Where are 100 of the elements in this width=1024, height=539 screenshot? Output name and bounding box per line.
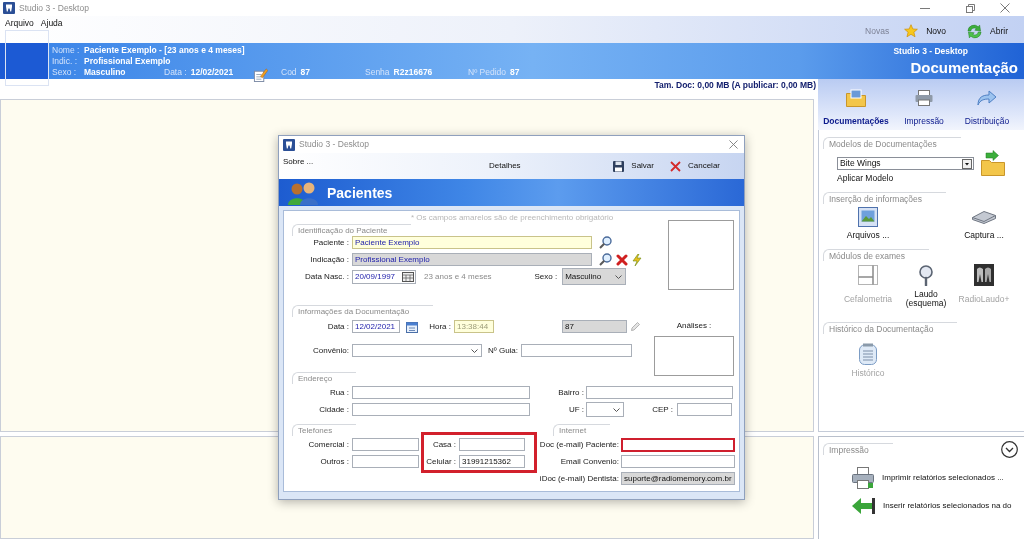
input-field[interactable] bbox=[621, 438, 735, 452]
input-field[interactable] bbox=[352, 438, 419, 451]
print-action[interactable]: Imprimir relatórios selecionados ... bbox=[852, 467, 1004, 489]
minimize-icon[interactable] bbox=[920, 7, 930, 9]
input-field[interactable] bbox=[621, 455, 735, 468]
age-text: 23 anos e 4 meses bbox=[424, 271, 492, 282]
date-field[interactable]: 20/09/1997 bbox=[352, 269, 416, 284]
folder-arrow-icon[interactable] bbox=[981, 150, 1005, 176]
radiograph-icon bbox=[974, 264, 994, 286]
search-icon[interactable] bbox=[599, 253, 612, 266]
input-field[interactable]: 12/02/2021 bbox=[352, 320, 400, 333]
curved-arrow-icon bbox=[977, 90, 997, 106]
close-icon[interactable] bbox=[1000, 3, 1010, 13]
group-title: Internet bbox=[553, 424, 611, 436]
field-label: Email Convenio: bbox=[560, 456, 619, 467]
field-label: Cidade : bbox=[319, 404, 349, 415]
input-field[interactable] bbox=[352, 386, 530, 399]
model-select[interactable]: Bite Wings bbox=[837, 157, 974, 170]
arrow-left-icon bbox=[852, 497, 875, 515]
field-label: Paciente : bbox=[313, 237, 349, 248]
toolbar-button[interactable]: Novo bbox=[904, 24, 947, 38]
lightning-icon[interactable] bbox=[632, 253, 642, 266]
dialog-heading: Pacientes bbox=[327, 184, 393, 201]
arrows-icon bbox=[967, 23, 983, 39]
field-label: Outros : bbox=[320, 456, 349, 467]
notepad-pencil-icon[interactable] bbox=[253, 66, 268, 82]
field-label: Convênio: bbox=[312, 345, 349, 356]
input-field[interactable]: suporte@radiomemory.com.br bbox=[621, 472, 735, 485]
header-label: Nome : bbox=[52, 45, 80, 55]
group-title: Endereço bbox=[292, 372, 357, 384]
input-field[interactable] bbox=[459, 438, 525, 451]
input-field[interactable]: Paciente Exemplo bbox=[352, 236, 592, 249]
picture-folder-icon bbox=[846, 89, 866, 107]
input-field[interactable] bbox=[352, 403, 530, 416]
select-field[interactable] bbox=[586, 402, 624, 417]
document-size-text: Tam. Doc: 0,00 MB (A publicar: 0,00 MB) bbox=[654, 80, 816, 92]
module-button[interactable]: Arquivos ... bbox=[839, 206, 897, 240]
pencil-icon[interactable] bbox=[631, 322, 640, 331]
menu-item[interactable]: Sobre ... bbox=[283, 157, 314, 167]
header-value: 87 bbox=[300, 67, 311, 78]
panel-tab[interactable]: Impressão bbox=[902, 87, 946, 126]
search-icon[interactable] bbox=[599, 236, 612, 249]
field-label: Análises : bbox=[676, 321, 712, 331]
input-field[interactable] bbox=[586, 386, 733, 399]
panel-tab[interactable]: Documentações bbox=[822, 87, 890, 126]
field-label: Data : bbox=[327, 321, 349, 332]
cross-lines-icon bbox=[858, 265, 878, 285]
magnifier-icon bbox=[918, 264, 934, 286]
input-field[interactable] bbox=[677, 403, 732, 416]
header-value: Profissional Exemplo bbox=[84, 56, 171, 66]
x-mark-icon bbox=[670, 160, 681, 172]
module-button[interactable]: Captura ... bbox=[955, 206, 1013, 240]
module-button[interactable]: Laudo (esquema) bbox=[897, 264, 955, 308]
group-title: Histórico da Documentação bbox=[823, 322, 958, 334]
dialog-title: Studio 3 - Desktop bbox=[299, 138, 369, 151]
apply-model-link[interactable]: Aplicar Modelo bbox=[837, 173, 894, 183]
x-mark-icon[interactable] bbox=[616, 253, 628, 266]
window-title: Studio 3 - Desktop bbox=[19, 1, 89, 15]
toolbar-button[interactable]: Salvar bbox=[613, 160, 654, 172]
calendar-icon[interactable] bbox=[402, 271, 414, 282]
toolbar-button[interactable]: Abrir bbox=[967, 23, 1008, 39]
input-field[interactable]: 31991215362 bbox=[459, 455, 525, 468]
input-field[interactable]: Profissional Exemplo bbox=[352, 253, 592, 266]
group-title: Inserção de informações bbox=[823, 192, 947, 204]
toolbar-button[interactable]: Cancelar bbox=[670, 160, 720, 172]
field-label: Bairro : bbox=[558, 387, 584, 398]
header-value: R2z16676 bbox=[393, 67, 433, 78]
caret-icon bbox=[471, 348, 478, 353]
header-value: Masculino bbox=[84, 67, 126, 77]
calendar-icon[interactable] bbox=[406, 320, 418, 333]
restore-icon[interactable] bbox=[966, 3, 975, 13]
group-title: Telefones bbox=[292, 424, 357, 436]
save-icon bbox=[613, 160, 625, 172]
input-field[interactable] bbox=[521, 344, 633, 357]
input-field[interactable]: 87 bbox=[562, 320, 627, 333]
menu-item[interactable]: Arquivo bbox=[5, 18, 34, 28]
header-label: Data : bbox=[164, 67, 187, 78]
group-title: Informações da Documentação bbox=[292, 305, 434, 317]
caret-icon bbox=[615, 274, 623, 279]
input-field[interactable] bbox=[352, 455, 419, 468]
analyses-box[interactable] bbox=[654, 336, 734, 376]
print-action[interactable]: Inserir relatórios selecionados na do bbox=[852, 497, 1012, 515]
select-field[interactable]: Masculino bbox=[562, 268, 627, 285]
select-field[interactable] bbox=[352, 344, 482, 357]
chevron-down-icon[interactable] bbox=[1001, 441, 1018, 458]
field-label: Rua : bbox=[329, 387, 349, 398]
header-label: Cod bbox=[281, 67, 297, 78]
photo-box bbox=[668, 220, 734, 290]
field-label: UF : bbox=[568, 404, 584, 415]
field-label: CEP : bbox=[652, 404, 673, 415]
printer-icon bbox=[852, 467, 874, 489]
field-label: Nº Guia: bbox=[488, 345, 519, 356]
menu-item[interactable]: Ajuda bbox=[40, 18, 63, 28]
module-title: Documentação bbox=[910, 59, 1018, 76]
header-value: Paciente Exemplo - [23 anos e 4 meses] bbox=[84, 45, 245, 55]
close-icon[interactable] bbox=[729, 140, 738, 149]
printer-icon bbox=[915, 90, 933, 106]
panel-tab[interactable]: Distribuição bbox=[964, 87, 1010, 126]
toolbar-caption: Novas bbox=[865, 26, 890, 36]
header-label: Nº Pedido bbox=[468, 67, 507, 78]
